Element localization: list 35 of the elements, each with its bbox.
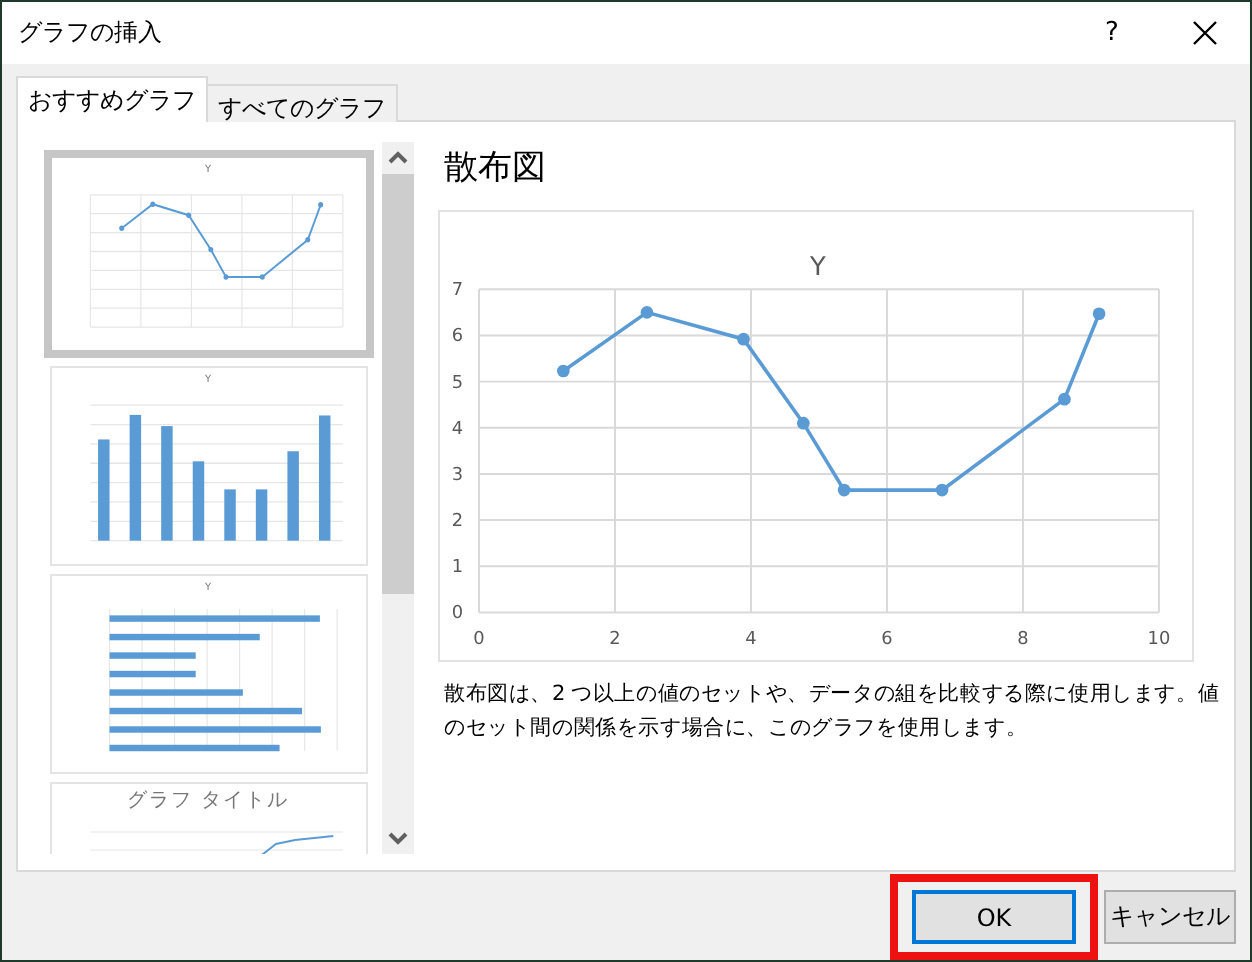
- x-tick-label: 10: [1147, 630, 1171, 651]
- y-tick-label: 1: [451, 558, 464, 579]
- data-point: [935, 483, 949, 497]
- y-tick-label: 4: [451, 419, 464, 440]
- help-button[interactable]: ?: [1066, 18, 1158, 48]
- chart-description: 散布図は、2 つ以上の値のセットや、データの組を比較する際に使用します。値のセット間の関係を示す場合に、このグラフを使用します。: [444, 680, 1222, 744]
- scrollbar-thumb[interactable]: [382, 174, 414, 594]
- close-icon: [1191, 20, 1217, 46]
- y-tick-label: 6: [451, 327, 464, 348]
- data-point: [837, 483, 851, 497]
- cancel-button[interactable]: キャンセル: [1104, 890, 1236, 944]
- chart-title: Y: [810, 253, 826, 284]
- data-point: [737, 332, 750, 346]
- ok-button[interactable]: OK: [912, 890, 1076, 944]
- data-point: [797, 416, 810, 430]
- x-tick-label: 4: [745, 630, 757, 651]
- y-tick-label: 3: [451, 465, 464, 486]
- x-tick-label: 8: [1017, 630, 1029, 651]
- x-tick-label: 2: [609, 630, 621, 651]
- y-tick-label: 5: [451, 373, 464, 394]
- tab[interactable]: おすすめグラフ: [16, 76, 208, 122]
- tab[interactable]: すべてのグラフ: [206, 84, 398, 122]
- y-tick-label: 7: [451, 281, 464, 302]
- data-point: [640, 306, 654, 319]
- y-tick-label: 0: [451, 604, 464, 625]
- data-point: [557, 364, 570, 378]
- thumbnail-title: グラフ タイトル: [126, 788, 290, 816]
- chart-type-heading: 散布図: [444, 146, 548, 190]
- x-tick-label: 6: [881, 630, 893, 651]
- y-tick-label: 2: [451, 512, 464, 533]
- window-title: グラフの挿入: [18, 16, 164, 50]
- x-tick-label: 0: [473, 630, 485, 651]
- data-point: [1058, 392, 1071, 406]
- data-point: [1092, 307, 1106, 321]
- chart-thumbnail[interactable]: グラフ タイトル: [49, 782, 367, 854]
